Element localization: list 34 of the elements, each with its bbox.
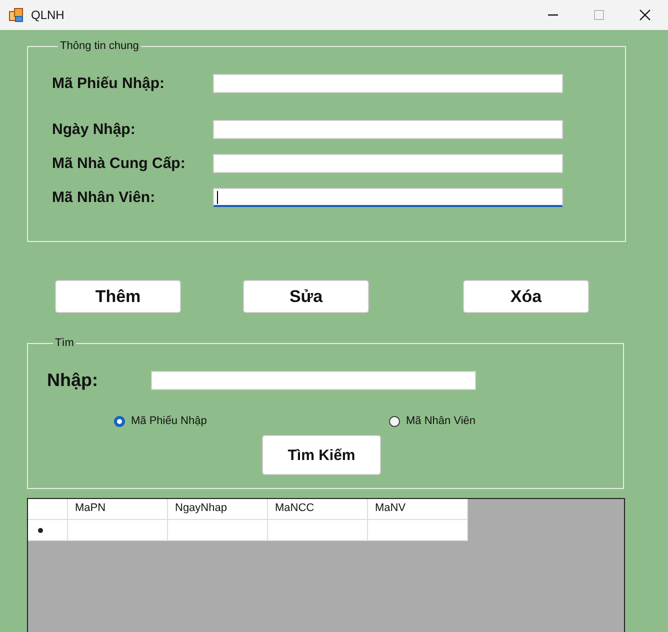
radio-option[interactable]: Mã Phiếu Nhập — [114, 415, 389, 427]
table-cell[interactable] — [68, 520, 168, 541]
action-button[interactable]: Xóa — [463, 280, 589, 313]
column-header[interactable]: MaNV — [368, 499, 468, 520]
table-cell[interactable] — [268, 520, 368, 541]
column-header[interactable]: MaPN — [68, 499, 168, 520]
group-title: Tìm — [54, 337, 75, 349]
input-field[interactable] — [213, 120, 563, 138]
field-label: Mã Nhà Cung Cấp: — [52, 154, 186, 172]
input-field[interactable] — [213, 188, 563, 206]
search-field[interactable] — [151, 371, 476, 390]
row-header-corner — [28, 499, 68, 520]
app-icon — [9, 8, 23, 22]
text-cursor — [217, 190, 218, 204]
column-header[interactable]: NgayNhap — [168, 499, 268, 520]
group-title: Thông tin chung — [59, 40, 140, 52]
radio-option[interactable]: Mã Nhân Viên — [389, 415, 476, 427]
search-button[interactable]: Tìm Kiếm — [262, 435, 381, 475]
field-label: Mã Nhân Viên: — [52, 188, 156, 206]
new-row-icon — [38, 528, 43, 532]
field-label: Mã Phiếu Nhập: — [52, 74, 166, 92]
table-cell[interactable] — [368, 520, 468, 541]
field-label: Nhập: — [47, 370, 99, 391]
input-field[interactable] — [213, 74, 563, 92]
column-header[interactable]: MaNCC — [268, 499, 368, 520]
action-button[interactable]: Sửa — [243, 280, 369, 313]
input-field[interactable] — [213, 154, 563, 172]
window-title: QLNH — [31, 8, 64, 22]
action-button[interactable]: Thêm — [55, 280, 181, 313]
close-icon — [639, 9, 651, 21]
table-cell[interactable] — [168, 520, 268, 541]
field-label: Ngày Nhập: — [52, 120, 136, 138]
row-header[interactable] — [28, 520, 68, 541]
maximize-icon — [593, 9, 605, 21]
